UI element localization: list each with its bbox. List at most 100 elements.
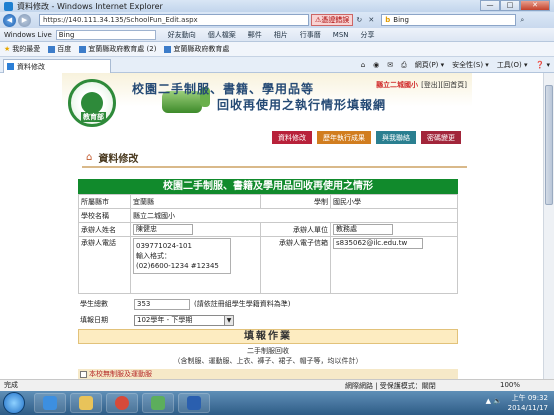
live-search-input[interactable]: Bing — [55, 29, 156, 40]
semester-select-value: 102學年 - 下學期 — [137, 315, 193, 324]
maximize-button[interactable]: □ — [500, 0, 520, 11]
command-tools-menu[interactable]: 工具(O) ▾ — [497, 60, 528, 70]
command-help-menu[interactable]: ❓ ▾ — [536, 61, 550, 69]
home-icon: ⌂ — [86, 151, 93, 163]
tray-icons[interactable]: ▲ 🔈 — [486, 397, 502, 405]
page-icon — [7, 63, 14, 70]
site-icon — [48, 45, 56, 53]
ministry-of-education-seal: 教育部 — [68, 79, 116, 127]
county-label: 所屬縣市 — [78, 194, 131, 209]
date-label: 填報日期 — [80, 316, 108, 324]
page-content: 教育部 校園二手制服、書籍、學用品等 回收再使用之執行情形填報網 縣立二城國小 … — [0, 73, 554, 379]
start-button[interactable] — [3, 392, 25, 414]
school-name: 縣立二城國小 — [376, 81, 419, 89]
favorites-star-icon[interactable]: ★ — [4, 45, 10, 53]
taskbar-ie-button[interactable] — [34, 393, 66, 413]
home-icon[interactable]: ⌂ — [361, 61, 365, 69]
zoom-level[interactable]: 100% — [500, 381, 520, 389]
site-banner: 教育部 校園二手制服、書籍、學用品等 回收再使用之執行情形填報網 縣立二城國小 … — [62, 73, 472, 129]
home-link[interactable]: [回首頁] — [441, 80, 467, 90]
favorite-item-label: 宜蘭縣政府教育處 (2) — [88, 45, 157, 53]
school-label: 學校名稱 — [78, 208, 131, 223]
forward-button[interactable]: ▶ — [18, 13, 31, 27]
unit-cell: 教務處 — [330, 222, 458, 237]
favorite-item[interactable]: 宜蘭縣政府教育處 (2) — [79, 44, 156, 54]
live-link-calendar[interactable]: 行事曆 — [300, 30, 321, 40]
email-label: 承辦人電子信箱 — [260, 236, 331, 294]
window-title-bar: 資料修改 - Windows Internet Explorer — □ ✕ — [0, 0, 554, 12]
search-input[interactable]: b Bing — [381, 14, 517, 26]
live-link-profile[interactable]: 個人檔案 — [208, 30, 236, 40]
address-toolbar: ◀ ▶ https://140.111.34.135/SchoolFun_Edi… — [0, 12, 554, 28]
menu-history-results[interactable]: 歷年執行成果 — [317, 131, 371, 144]
menu-contact[interactable]: 與我聯絡 — [376, 131, 416, 144]
vertical-scrollbar[interactable] — [543, 73, 554, 379]
taskbar-chrome-button[interactable] — [106, 393, 138, 413]
phone-label: 承辦人電話 — [78, 236, 131, 294]
chrome-icon — [115, 396, 129, 410]
minimize-button[interactable]: — — [480, 0, 500, 11]
taskbar-app-button[interactable] — [142, 393, 174, 413]
address-url: https://140.111.34.135/SchoolFun_Edit.as… — [43, 16, 198, 24]
live-link-msn[interactable]: MSN — [333, 31, 349, 39]
no-uniform-checkbox[interactable] — [80, 370, 87, 378]
tab-row: 資料修改 ⌂ ◉ ✉ ⎙ 網頁(P) ▾ 安全性(S) ▾ 工具(O) ▾ ❓ … — [0, 57, 554, 73]
command-bar: ⌂ ◉ ✉ ⎙ 網頁(P) ▾ 安全性(S) ▾ 工具(O) ▾ ❓ ▾ — [353, 60, 550, 70]
taskbar-word-button[interactable] — [178, 393, 210, 413]
close-button[interactable]: ✕ — [520, 0, 550, 11]
task-subnote: （含制服、運動服、上衣、褲子、裙子、帽子等，均以件計） — [173, 357, 363, 365]
logout-link[interactable]: [登出] — [421, 80, 440, 90]
favorites-bar: ★ 我的最愛 百度 宜蘭縣政府教育處 (2) 宜蘭縣政府教育處 — [0, 42, 554, 57]
unit-input[interactable]: 教務處 — [333, 224, 393, 235]
unit-label: 承辦人單位 — [260, 222, 331, 237]
favorite-item[interactable]: 百度 — [48, 44, 71, 54]
live-link-mail[interactable]: 郵件 — [248, 30, 262, 40]
scrollbar-thumb[interactable] — [545, 85, 553, 205]
window-title: 資料修改 - Windows Internet Explorer — [17, 1, 163, 11]
mail-icon[interactable]: ✉ — [387, 61, 393, 69]
live-link-share[interactable]: 分享 — [361, 30, 375, 40]
students-input[interactable]: 353 — [134, 298, 190, 310]
system-clock[interactable]: 上午 09:32 2014/11/17 — [508, 393, 548, 413]
semester-select[interactable]: 102學年 - 下學期 ▼ — [134, 314, 234, 326]
word-icon — [187, 396, 201, 410]
command-page-menu[interactable]: 網頁(P) ▾ — [415, 60, 444, 70]
address-input[interactable]: https://140.111.34.135/SchoolFun_Edit.as… — [39, 14, 309, 26]
menu-edit-data[interactable]: 資料修改 — [272, 131, 312, 144]
no-uniform-label: 本校無制服及運動服 — [89, 370, 152, 378]
form-title: 校園二手制服、書籍及學用品回收再使用之情形 — [78, 179, 458, 194]
refresh-icon[interactable]: ↻ — [353, 14, 365, 26]
favorites-label[interactable]: 我的最愛 — [12, 44, 40, 54]
tab-active[interactable]: 資料修改 — [3, 59, 111, 73]
students-note: (請依註冊組學生學籍資料為準) — [194, 300, 291, 308]
site-title-line1: 校園二手制服、書籍、學用品等 — [132, 82, 315, 96]
email-input[interactable]: s835062@ilc.edu.tw — [333, 238, 423, 249]
favorite-item[interactable]: 宜蘭縣政府教育處 — [164, 44, 229, 54]
web-page: 教育部 校園二手制服、書籍、學用品等 回收再使用之執行情形填報網 縣立二城國小 … — [62, 73, 472, 379]
contact-name-input[interactable]: 陳健忠 — [133, 224, 193, 235]
print-icon[interactable]: ⎙ — [401, 61, 407, 70]
search-icon[interactable]: ⌕ — [516, 14, 528, 26]
certificate-error-label: 憑證錯誤 — [321, 16, 350, 24]
live-link-photos[interactable]: 相片 — [274, 30, 288, 40]
tab-label: 資料修改 — [17, 62, 45, 71]
live-link-friends[interactable]: 好友動向 — [168, 30, 196, 40]
back-button[interactable]: ◀ — [3, 13, 16, 27]
feeds-icon[interactable]: ◉ — [373, 61, 379, 69]
phone-input[interactable]: 039771024-101 輸入格式： (02)6600-1234 #12345 — [133, 238, 231, 274]
menu-change-password[interactable]: 密碼變更 — [421, 131, 461, 144]
stop-icon[interactable]: ✕ — [365, 14, 377, 26]
school-info-form: 所屬縣市 宜蘭縣 學制 國民小學 學校名稱 縣立二城國小 承辦人姓名 陳健忠 承… — [78, 194, 458, 294]
site-icon — [164, 45, 172, 53]
windows-taskbar: ▲ 🔈 上午 09:32 2014/11/17 — [0, 391, 554, 415]
taskbar-explorer-button[interactable] — [70, 393, 102, 413]
certificate-error-badge[interactable]: ⚠ 憑證錯誤 — [311, 14, 354, 26]
command-safety-menu[interactable]: 安全性(S) ▾ — [452, 60, 489, 70]
security-zone: 網際網路 | 受保護模式：關閉 — [345, 382, 436, 390]
main-menu: 資料修改 歷年執行成果 與我聯絡 密碼變更 — [267, 131, 461, 144]
county-value: 宜蘭縣 — [130, 194, 261, 209]
windows-live-brand[interactable]: Windows Live — [4, 31, 52, 39]
level-value: 國民小學 — [330, 194, 458, 209]
no-uniform-row: 本校無制服及運動服 — [78, 369, 458, 379]
app-icon — [151, 396, 165, 410]
